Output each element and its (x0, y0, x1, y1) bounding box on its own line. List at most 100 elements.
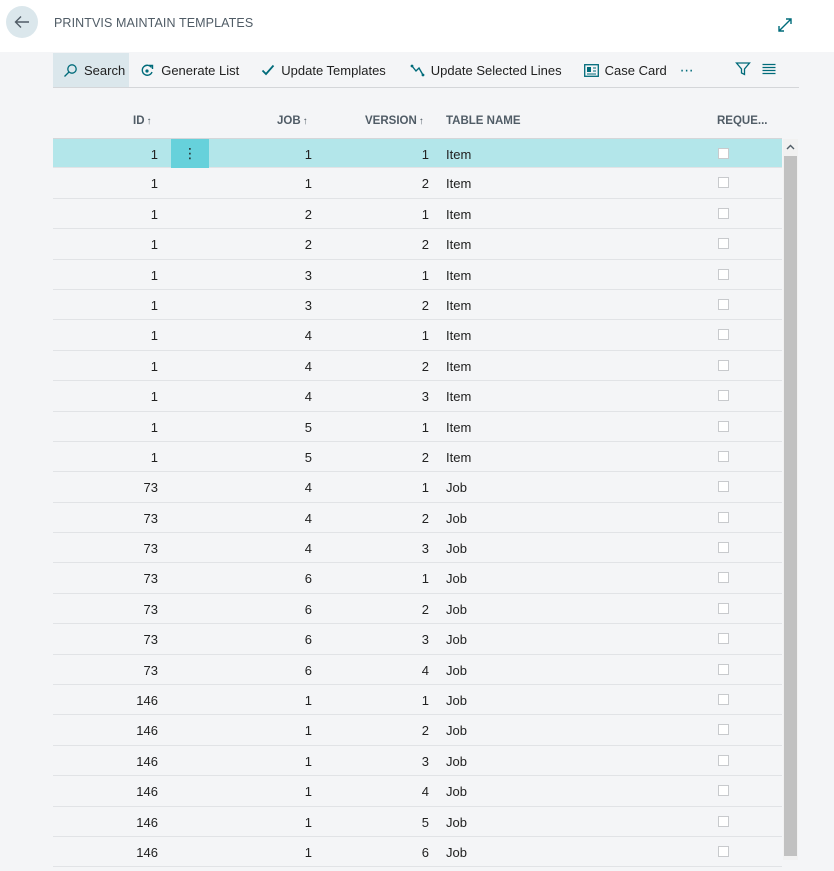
table-row[interactable]: 1 4 3 Item (53, 381, 782, 412)
column-header-id[interactable]: ID ↑ (133, 115, 152, 127)
job-cell: 5 (304, 449, 312, 465)
requested-checkbox[interactable] (718, 845, 729, 857)
version-cell: 3 (421, 632, 429, 648)
table-row[interactable]: 1 3 2 Item (53, 290, 782, 321)
case-card-button[interactable]: Case Card (579, 53, 672, 87)
vertical-scrollbar[interactable] (783, 139, 798, 860)
requested-checkbox[interactable] (718, 268, 729, 280)
table-row[interactable]: 73 4 2 Job (53, 503, 782, 534)
requested-checkbox[interactable] (718, 785, 729, 797)
table-row[interactable]: 1 1 1 Item ⋮ (53, 138, 782, 169)
table-row[interactable]: 146 1 1 Job (53, 685, 782, 716)
version-cell: 4 (421, 662, 429, 678)
table-row[interactable]: 73 6 3 Job (53, 624, 782, 655)
requested-checkbox[interactable] (718, 148, 729, 159)
column-header-version[interactable]: VERSION ↑ (365, 115, 424, 127)
version-cell: 2 (421, 601, 429, 617)
requested-checkbox[interactable] (718, 694, 729, 706)
checkmark-icon (262, 64, 275, 76)
requested-checkbox[interactable] (718, 663, 729, 675)
column-header-table-name[interactable]: TABLE NAME (446, 115, 521, 127)
update-templates-button[interactable]: Update Templates (256, 53, 391, 87)
table-row[interactable]: 1 2 2 Item (53, 229, 782, 260)
generate-icon (141, 64, 154, 76)
requested-checkbox[interactable] (718, 602, 729, 614)
more-actions-button[interactable]: ⋯ (672, 53, 703, 87)
requested-checkbox[interactable] (718, 177, 729, 189)
job-cell: 4 (304, 510, 312, 526)
table-row[interactable]: 146 1 4 Job (53, 776, 782, 807)
table-row[interactable]: 1 4 1 Item (53, 320, 782, 351)
table-row[interactable]: 73 4 3 Job (53, 533, 782, 564)
table-row[interactable]: 146 1 2 Job (53, 715, 782, 746)
table-row[interactable]: 73 6 4 Job (53, 655, 782, 686)
requested-checkbox[interactable] (718, 390, 729, 402)
update-selected-lines-button[interactable]: Update Selected Lines (405, 53, 567, 87)
generate-list-label: Generate List (161, 62, 240, 78)
requested-checkbox[interactable] (718, 238, 729, 250)
scroll-up-button[interactable] (783, 139, 798, 155)
requested-checkbox[interactable] (718, 359, 729, 371)
requested-checkbox[interactable] (718, 481, 729, 493)
id-cell: 73 (143, 601, 158, 617)
generate-list-button[interactable]: Generate List (135, 53, 244, 87)
filter-icon[interactable] (735, 61, 751, 77)
requested-checkbox[interactable] (718, 724, 729, 736)
table-name-cell: Job (446, 571, 467, 587)
job-cell: 1 (304, 147, 312, 162)
job-cell: 2 (304, 206, 312, 222)
table-row[interactable]: 73 6 2 Job (53, 594, 782, 625)
requested-checkbox[interactable] (718, 207, 729, 219)
version-cell: 2 (421, 297, 429, 313)
column-header-job[interactable]: JOB ↑ (277, 115, 308, 127)
table-name-cell: Item (446, 237, 472, 253)
column-header-requested[interactable]: REQUE... (717, 115, 767, 127)
table-row[interactable]: 1 4 2 Item (53, 351, 782, 382)
search-icon (64, 63, 77, 77)
table-row[interactable]: 73 6 1 Job (53, 563, 782, 594)
id-cell: 1 (150, 389, 158, 405)
requested-checkbox[interactable] (718, 298, 729, 310)
version-cell: 4 (421, 784, 429, 800)
table-row[interactable]: 1 5 1 Item (53, 412, 782, 442)
table-row[interactable]: 1 3 1 Item (53, 260, 782, 290)
version-cell: 1 (421, 693, 429, 709)
table-name-cell: Item (446, 267, 472, 283)
requested-checkbox[interactable] (718, 420, 729, 432)
table-row[interactable]: 146 1 6 Job (53, 837, 782, 868)
job-cell: 4 (304, 541, 312, 557)
requested-checkbox[interactable] (718, 329, 729, 341)
table-row[interactable]: 146 1 5 Job (53, 807, 782, 837)
row-actions-button[interactable]: ⋮ (171, 139, 209, 168)
table-name-cell: Job (446, 662, 467, 678)
requested-checkbox[interactable] (718, 572, 729, 584)
requested-checkbox[interactable] (718, 450, 729, 462)
job-cell: 6 (304, 662, 312, 678)
list-icon[interactable] (761, 61, 777, 77)
version-cell: 1 (421, 419, 429, 435)
search-button[interactable]: Search (53, 53, 130, 87)
job-cell: 2 (304, 237, 312, 253)
job-cell: 1 (304, 176, 312, 192)
table-row[interactable]: 1 5 2 Item (53, 442, 782, 473)
update-selected-lines-label: Update Selected Lines (430, 62, 562, 78)
id-cell: 146 (136, 784, 158, 800)
update-lines-icon (410, 64, 425, 76)
version-cell: 2 (421, 449, 429, 465)
table-row[interactable]: 1 1 2 Item (53, 168, 782, 199)
requested-checkbox[interactable] (718, 542, 729, 554)
job-cell: 1 (304, 753, 312, 769)
update-templates-label: Update Templates (281, 62, 386, 78)
table-row[interactable]: 146 1 3 Job (53, 746, 782, 777)
table-row[interactable]: 73 4 1 Job (53, 472, 782, 503)
back-button[interactable] (6, 6, 38, 38)
table-row[interactable]: 1 2 1 Item (53, 199, 782, 230)
scrollbar-thumb[interactable] (784, 156, 797, 856)
requested-checkbox[interactable] (718, 815, 729, 827)
requested-checkbox[interactable] (718, 633, 729, 645)
requested-checkbox[interactable] (718, 754, 729, 766)
expand-button[interactable] (776, 16, 794, 34)
requested-checkbox[interactable] (718, 511, 729, 523)
id-cell: 146 (136, 723, 158, 739)
job-cell: 1 (304, 844, 312, 860)
